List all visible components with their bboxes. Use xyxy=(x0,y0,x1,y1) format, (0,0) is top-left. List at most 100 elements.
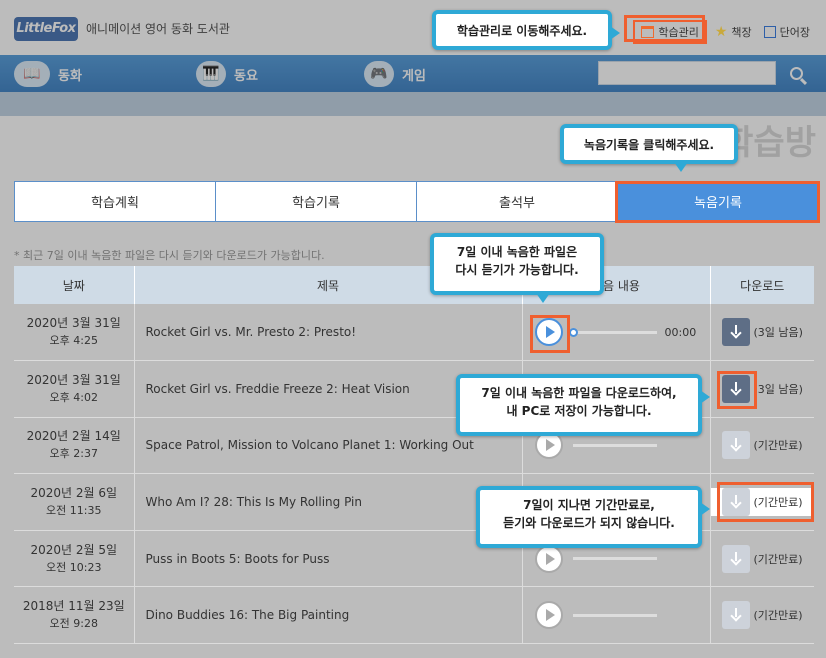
progress-track[interactable] xyxy=(572,613,657,617)
tab-study-plan[interactable]: 학습계획 xyxy=(15,182,216,221)
download-status: (기간만료) xyxy=(753,609,803,623)
row-date-cell: 2020년 2월 5일 오전 10:23 xyxy=(14,530,135,588)
download-icon xyxy=(729,438,743,452)
download-button[interactable] xyxy=(721,431,750,460)
row-date-cell: 2020년 3월 31일오후 4:02 xyxy=(14,360,135,418)
download-icon xyxy=(729,325,743,339)
nav-item-games[interactable]: 🎮 게임 xyxy=(364,59,426,89)
player-time: 00:00 xyxy=(664,325,697,339)
play-icon xyxy=(545,552,555,565)
nav-item-songs[interactable]: 🎹 동요 xyxy=(196,59,258,89)
play-icon xyxy=(545,326,555,339)
row-download-cell: (기간만료) xyxy=(710,417,814,475)
nav-label-songs: 동요 xyxy=(234,68,258,84)
audio-player xyxy=(523,544,710,573)
tab-attendance[interactable]: 출석부 xyxy=(417,182,618,221)
row-title: Puss in Boots 5: Boots for Puss xyxy=(134,530,523,588)
download-icon xyxy=(729,608,743,622)
bookshelf-label: 책장 xyxy=(731,26,752,39)
wordbook-label: 단어장 xyxy=(779,26,810,39)
piano-icon: 🎹 xyxy=(196,61,226,87)
row-time: 오전 11:35 xyxy=(46,504,102,518)
search-input[interactable] xyxy=(598,61,776,85)
download-icon xyxy=(729,551,743,566)
row-date-cell: 2020년 3월 31일오후 4:25 xyxy=(14,304,135,362)
progress-knob[interactable] xyxy=(568,327,578,337)
callout-5-line2: 듣기와 다운로드가 되지 않습니다. xyxy=(503,516,675,530)
audio-player: 00:00 xyxy=(523,318,710,347)
download-button[interactable] xyxy=(721,488,750,517)
download-status: (3일 남음) xyxy=(753,326,803,340)
study-management-link[interactable]: 학습관리 xyxy=(633,20,707,44)
row-player-cell: 00:00 xyxy=(522,304,711,362)
row-time: 오전 10:23 xyxy=(46,560,102,574)
row-date: 2020년 3월 31일 xyxy=(26,316,121,331)
download-icon xyxy=(729,381,743,396)
download-button[interactable] xyxy=(721,601,750,630)
col-download: 다운로드 xyxy=(710,266,814,304)
star-icon: ★ xyxy=(714,24,728,40)
play-button[interactable] xyxy=(534,318,563,347)
row-date: 2020년 2월 14일 xyxy=(26,429,121,444)
download-button[interactable] xyxy=(721,374,750,403)
audio-player xyxy=(523,601,710,630)
search-button[interactable] xyxy=(782,59,810,87)
row-title: Who Am I? 28: This Is My Rolling Pin xyxy=(134,473,523,531)
calendar-icon xyxy=(641,26,655,38)
download-status: (기간만료) xyxy=(753,439,803,453)
bookshelf-link[interactable]: ★ 책장 xyxy=(711,22,756,42)
callout-5-line1: 7일이 지나면 기간만료로, xyxy=(523,498,655,512)
row-time: 오후 4:25 xyxy=(49,334,98,348)
download-button[interactable] xyxy=(721,544,750,573)
play-icon xyxy=(545,439,555,452)
study-tabs: 학습계획 학습기록 출석부 녹음기록 xyxy=(14,181,819,222)
top-header: LittleFox 애니메이션 영어 동화 도서관 학습관리 ★ 책장 단어장 xyxy=(0,0,826,55)
littlefox-logo[interactable]: LittleFox xyxy=(14,17,78,41)
callout-1-text: 학습관리로 이동해주세요. xyxy=(456,24,588,38)
row-date-cell: 2018년 11월 23일 오전 9:28 xyxy=(14,586,135,645)
row-download-cell: (3일 남음) xyxy=(710,304,814,362)
row-date: 2020년 3월 31일 xyxy=(26,372,121,387)
play-button[interactable] xyxy=(534,601,563,630)
row-time: 오후 4:02 xyxy=(49,390,98,404)
tab-study-record[interactable]: 학습기록 xyxy=(216,182,417,221)
callout-pointer xyxy=(674,162,688,172)
sub-band xyxy=(0,92,826,116)
progress-track[interactable] xyxy=(568,327,657,337)
utility-links: 학습관리 ★ 책장 단어장 xyxy=(633,20,814,44)
wordbook-icon xyxy=(763,26,776,38)
callout-go-study-management: 학습관리로 이동해주세요. xyxy=(432,10,620,50)
callout-pointer xyxy=(536,293,550,303)
recording-table: 날짜 제목 녹음 내용 다운로드 2020년 3월 31일 오후 4:25 Rock… xyxy=(14,266,814,645)
row-download-cell: (기간만료) xyxy=(710,586,814,645)
search-icon xyxy=(789,66,803,80)
download-status: (기간만료) xyxy=(753,496,803,510)
row-time: 오전 9:28 xyxy=(49,617,98,631)
callout-4-line1: 7일 이내 녹음한 파일을 다운로드하여, xyxy=(481,386,677,400)
study-management-label: 학습관리 xyxy=(658,26,699,39)
wordbook-link[interactable]: 단어장 xyxy=(760,22,814,42)
row-download-cell: (3일 남음) xyxy=(710,360,814,418)
row-date-cell: 2020년 2월 14일오후 2:37 xyxy=(14,417,135,475)
nav-item-stories[interactable]: 📖 동화 xyxy=(14,59,82,89)
callout-expired-info: 7일이 지나면 기간만료로, 듣기와 다운로드가 되지 않습니다. xyxy=(476,486,710,548)
site-title: 애니메이션 영어 동화 도서관 xyxy=(86,22,230,36)
callout-2-text: 녹음기록을 클릭해주세요. xyxy=(583,138,715,152)
row-download-cell: (기간만료) xyxy=(710,473,814,531)
download-status: (3일 남음) xyxy=(753,382,803,396)
progress-track[interactable] xyxy=(572,557,657,561)
progress-track[interactable] xyxy=(572,443,657,447)
row-date-cell: 2020년 2월 6일오전 11:35 xyxy=(14,473,135,531)
download-icon xyxy=(729,495,743,509)
callout-pointer xyxy=(610,26,620,40)
row-title: Rocket Girl vs. Mr. Presto 2: Presto! xyxy=(134,304,523,362)
row-time: 오후 2:37 xyxy=(49,447,98,461)
row-date: 2020년 2월 6일 xyxy=(30,486,118,501)
download-button[interactable] xyxy=(721,318,750,347)
tab-recording-record[interactable]: 녹음기록 xyxy=(618,182,818,221)
callout-click-recording: 녹음기록을 클릭해주세요. xyxy=(560,124,738,172)
gamepad-icon: 🎮 xyxy=(364,61,394,87)
table-row: 2018년 11월 23일 오전 9:28 Dino Buddies 16: The… xyxy=(14,586,814,645)
callout-replay-info: 7일 이내 녹음한 파일은 다시 듣기가 가능합니다. xyxy=(430,233,604,303)
play-button[interactable] xyxy=(534,544,563,573)
